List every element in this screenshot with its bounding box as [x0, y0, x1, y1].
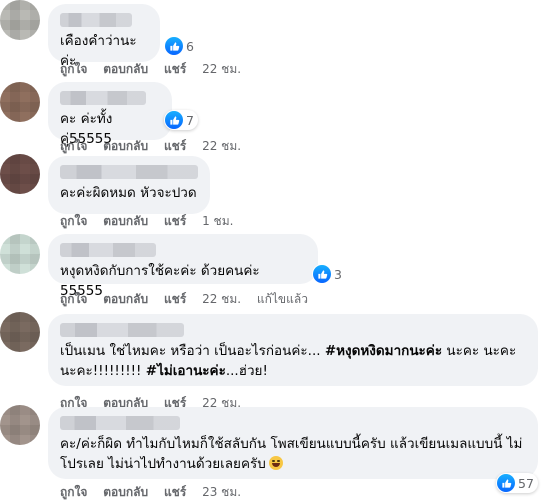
- comment-text: คะค่ะผิดหมด หัวจะปวด: [60, 185, 197, 201]
- comment-actions: ถูกใจ ตอบกลับ แชร์ 1 ชม.: [60, 212, 245, 231]
- comment-text-part: ...ฮ่วย!: [225, 363, 268, 379]
- reaction-number: 7: [186, 112, 194, 128]
- comment-actions: ถูกใจ ตอบกลับ แชร์ 22 ชม.: [60, 60, 253, 79]
- share-button[interactable]: แชร์: [164, 139, 186, 153]
- laughing-emoji-icon: [268, 456, 283, 470]
- avatar[interactable]: [0, 154, 40, 194]
- comment-actions: ถูกใจ ตอบกลับ แชร์ 23 ชม.: [60, 483, 253, 502]
- edited-label: แก้ไขแล้ว: [256, 292, 308, 306]
- reaction-number: 3: [334, 266, 342, 282]
- avatar[interactable]: [0, 82, 40, 122]
- avatar[interactable]: [0, 312, 40, 352]
- like-icon: [165, 37, 183, 55]
- reply-button[interactable]: ตอบกลับ: [103, 292, 148, 306]
- comment-actions: ถูกใจ ตอบกลับ แชร์ 22 ชม. แก้ไขแล้ว: [60, 290, 320, 309]
- timestamp[interactable]: 1 ชม.: [202, 214, 233, 228]
- reaction-count[interactable]: 3: [312, 264, 346, 284]
- like-icon: [497, 474, 515, 492]
- author-name-redacted[interactable]: [60, 243, 156, 257]
- like-button[interactable]: ถูกใจ: [60, 139, 87, 153]
- like-icon: [165, 111, 183, 129]
- share-button[interactable]: แชร์: [164, 292, 186, 306]
- comment-bubble: หงุดหงิดกับการใช้คะค่ะ ด้วยคนค่ะ 55555: [48, 234, 318, 299]
- timestamp[interactable]: 22 ชม.: [202, 292, 241, 306]
- reply-button[interactable]: ตอบกลับ: [103, 62, 148, 76]
- like-button[interactable]: ถูกใจ: [60, 485, 87, 499]
- comment-bubble: คะ ค่ะทั้งคู่55555: [48, 82, 172, 147]
- comment-bubble: เคืองคำว่านะค่ะ: [48, 4, 160, 69]
- hashtag-link[interactable]: #หงุดหงิดมากนะค่ะ: [325, 343, 442, 359]
- hashtag-link[interactable]: #ไม่เอานะค่ะ: [146, 363, 226, 379]
- comment-bubble: คะ/ค่ะก็ผิด ทำไมกับไหมก็ใช้สลับกัน โพสเข…: [48, 407, 538, 479]
- timestamp[interactable]: 23 ชม.: [202, 485, 241, 499]
- comment-thread: เคืองคำว่านะค่ะ 6 ถูกใจ ตอบกลับ แชร์ 22 …: [0, 0, 554, 504]
- reaction-number: 6: [186, 38, 194, 54]
- comment-bubble: เป็นเมน ใช่ไหมคะ หรือว่า เป็นอะไรก่อนค่ะ…: [48, 314, 538, 386]
- author-name-redacted[interactable]: [60, 165, 198, 179]
- reply-button[interactable]: ตอบกลับ: [103, 139, 148, 153]
- comment-actions: ถูกใจ ตอบกลับ แชร์ 22 ชม.: [60, 137, 253, 156]
- share-button[interactable]: แชร์: [164, 62, 186, 76]
- comment-text-part: คะ/ค่ะก็ผิด ทำไมกับไหมก็ใช้สลับกัน โพสเข…: [60, 436, 523, 472]
- avatar[interactable]: [0, 0, 40, 40]
- reaction-count[interactable]: 57: [496, 473, 538, 493]
- comment-text: คะ/ค่ะก็ผิด ทำไมกับไหมก็ใช้สลับกัน โพสเข…: [60, 434, 526, 474]
- timestamp[interactable]: 22 ชม.: [202, 139, 241, 153]
- reaction-number: 57: [518, 475, 534, 491]
- comment-text-part: เป็นเมน ใช่ไหมคะ หรือว่า เป็นอะไรก่อนค่ะ…: [60, 343, 325, 359]
- like-icon: [313, 265, 331, 283]
- avatar[interactable]: [0, 234, 40, 274]
- like-button[interactable]: ถูกใจ: [60, 214, 87, 228]
- avatar[interactable]: [0, 405, 40, 445]
- share-button[interactable]: แชร์: [164, 485, 186, 499]
- reply-button[interactable]: ตอบกลับ: [103, 214, 148, 228]
- author-name-redacted[interactable]: [60, 13, 132, 27]
- comment-text: เป็นเมน ใช่ไหมคะ หรือว่า เป็นอะไรก่อนค่ะ…: [60, 341, 526, 381]
- author-name-redacted[interactable]: [60, 91, 146, 105]
- comment-bubble: คะค่ะผิดหมด หัวจะปวด: [48, 156, 210, 214]
- reaction-count[interactable]: 7: [164, 110, 198, 130]
- like-button[interactable]: ถูกใจ: [60, 292, 87, 306]
- share-button[interactable]: แชร์: [164, 214, 186, 228]
- timestamp[interactable]: 22 ชม.: [202, 62, 241, 76]
- like-button[interactable]: ถูกใจ: [60, 62, 87, 76]
- reaction-count[interactable]: 6: [164, 36, 198, 56]
- author-name-redacted[interactable]: [60, 323, 184, 337]
- reply-button[interactable]: ตอบกลับ: [103, 485, 148, 499]
- author-name-redacted[interactable]: [60, 416, 180, 430]
